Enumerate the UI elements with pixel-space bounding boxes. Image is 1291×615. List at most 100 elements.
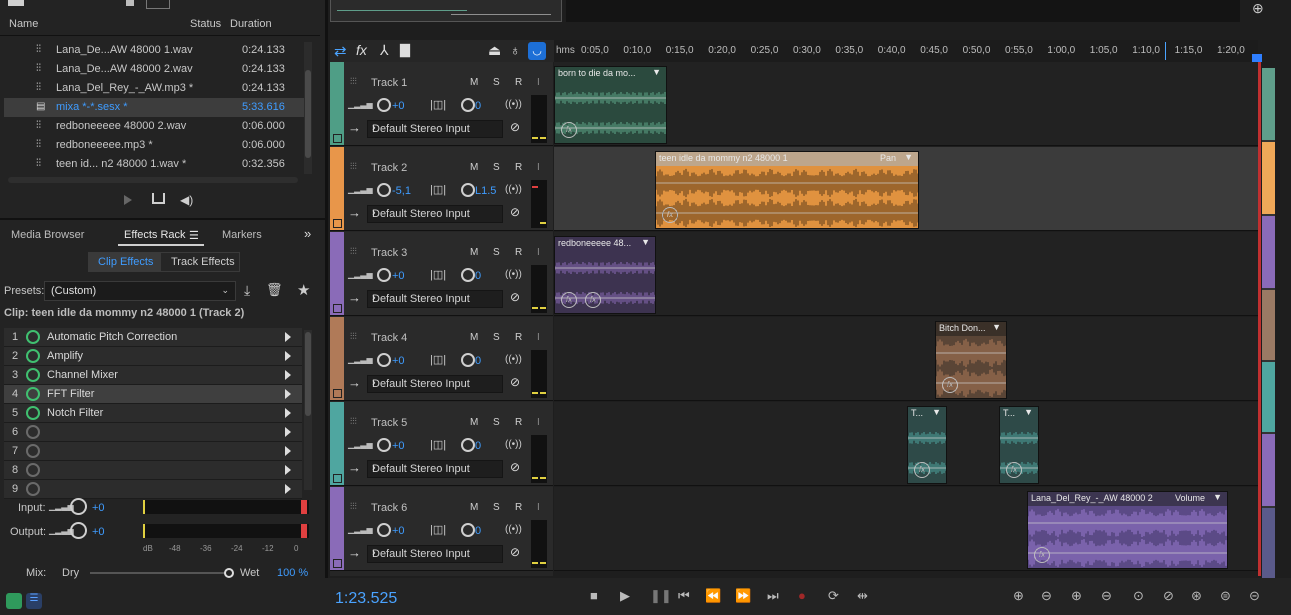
file-row[interactable]: ⫶⫶ Lana_Del_Rey_-_AW.mp3 * 0:24.133 [4, 79, 310, 98]
loop-icon[interactable]: ⟳ [828, 588, 839, 604]
session-overview[interactable] [330, 0, 562, 22]
file-row[interactable]: ⫶⫶ Lana_De...AW 48000 2.wav 0:24.133 [4, 60, 310, 79]
mute-button[interactable]: M [470, 417, 478, 428]
mute-button[interactable]: M [470, 162, 478, 173]
clip-header[interactable]: Lana_Del_Rey_-_AW 48000 2 Volume ▼ [1028, 492, 1227, 506]
file-row[interactable]: ▤ mixa *-*.sesx * 5:33.616 [4, 98, 310, 117]
track-name[interactable]: Track 1 [371, 77, 407, 89]
monitor-icon[interactable]: ♁ [510, 42, 521, 58]
track-header[interactable]: ⫶⫶⫶ Track 3 M S R I ▁▂▃▅ +0 |◫| 0 ((•)) … [330, 232, 553, 316]
zoom-full-icon[interactable]: ⊙ [1133, 588, 1144, 604]
output-value[interactable]: +0 [92, 526, 105, 538]
track-color-swatch[interactable] [333, 474, 342, 483]
clip-fx-icon[interactable]: fx [662, 207, 678, 223]
track-header[interactable]: ⫶⫶⫶ Track 1 M S R I ▁▂▃▅ +0 |◫| 0 ((•)) … [330, 62, 553, 146]
pan-value[interactable]: 0 [475, 355, 481, 367]
track-input-select[interactable]: Default Stereo Input › [367, 120, 503, 138]
record-arm-button[interactable]: R [515, 162, 522, 173]
phase-icon[interactable]: ((•)) [505, 439, 522, 450]
fast-forward-icon[interactable]: ⏩ [735, 588, 751, 604]
output-knob[interactable] [70, 522, 87, 539]
input-knob[interactable] [70, 498, 87, 515]
file-row[interactable]: ⫶⫶ redboneeeee 48000 2.wav 0:06.000 [4, 117, 310, 136]
clip-effects-tab[interactable]: Clip Effects [98, 256, 153, 268]
track-lane[interactable]: T... ▼ fx T... ▼ fx [554, 402, 1258, 486]
zoom-in-amplitude-icon[interactable]: ⊕ [1013, 588, 1024, 604]
volume-value[interactable]: +0 [392, 270, 405, 282]
monitor-input-button[interactable]: I [537, 247, 540, 258]
zoom-out-time-icon[interactable]: ⊖ [1101, 588, 1112, 604]
file-row[interactable]: ⫶⫶ teen id... n2 48000 1.wav * 0:32.356 [4, 155, 310, 174]
audio-clip[interactable]: teen idle da mommy n2 48000 1 Pan ▼ fx [655, 151, 919, 229]
volume-knob[interactable] [377, 353, 391, 367]
clip-menu-icon[interactable]: ▼ [932, 407, 941, 417]
pan-value[interactable]: 0 [475, 525, 481, 537]
zoom-out-point-icon[interactable]: ⊜ [1220, 588, 1231, 604]
invert-phase-icon[interactable]: ⊘ [510, 545, 520, 559]
stop-icon[interactable]: ■ [590, 588, 598, 603]
invert-phase-icon[interactable]: ⊘ [510, 375, 520, 389]
solo-button[interactable]: S [493, 502, 500, 513]
track-color-swatch[interactable] [333, 219, 342, 228]
clip-header[interactable]: teen idle da mommy n2 48000 1 Pan ▼ [656, 152, 918, 166]
phase-icon[interactable]: ((•)) [505, 524, 522, 535]
track-color-swatch[interactable] [333, 559, 342, 568]
effect-slot[interactable]: 7 [4, 442, 302, 461]
monitor-input-button[interactable]: I [537, 332, 540, 343]
clip-menu-icon[interactable]: ▼ [992, 322, 1001, 332]
slot-menu-arrow-icon[interactable] [285, 351, 291, 361]
tab-menu-icon[interactable]: ☰ [189, 229, 199, 242]
effect-slot[interactable]: 8 [4, 461, 302, 480]
skip-selection-icon[interactable]: ⇹ [857, 588, 868, 604]
slot-menu-arrow-icon[interactable] [285, 408, 291, 418]
effect-slot[interactable]: 1 Automatic Pitch Correction [4, 328, 302, 347]
track-color-swatch[interactable] [333, 134, 342, 143]
inputs-outputs-icon[interactable]: ⇄ [334, 42, 347, 60]
track-lane[interactable]: born to die da mo... ▼ fx [554, 62, 1258, 146]
pan-knob[interactable] [461, 183, 475, 197]
clip-fx-icon[interactable]: fx [585, 292, 601, 308]
panel-divider[interactable] [325, 0, 328, 615]
slot-menu-arrow-icon[interactable] [285, 370, 291, 380]
track-name[interactable]: Track 5 [371, 417, 407, 429]
time-ruler[interactable]: hms 0:05,0 0:10,0 0:15,0 0:20,0 0:25,0 0:30,0… [554, 40, 1258, 62]
zoom-navigator-icon[interactable]: ⊕ [1252, 0, 1274, 18]
volume-value[interactable]: +0 [392, 525, 405, 537]
record-arm-button[interactable]: R [515, 332, 522, 343]
invert-phase-icon[interactable]: ⊘ [510, 120, 520, 134]
solo-button[interactable]: S [493, 332, 500, 343]
clip-fx-icon[interactable]: fx [561, 122, 577, 138]
clip-fx-icon[interactable]: fx [561, 292, 577, 308]
effect-slot[interactable]: 9 [4, 480, 302, 499]
zoom-selection-icon[interactable]: ⊘ [1163, 588, 1174, 604]
files-hscroll[interactable] [8, 177, 298, 183]
clip-menu-icon[interactable]: ▼ [652, 67, 661, 77]
mute-button[interactable]: M [470, 332, 478, 343]
record-icon[interactable]: ● [798, 588, 806, 603]
invert-phase-icon[interactable]: ⊘ [510, 205, 520, 219]
input-value[interactable]: +0 [92, 502, 105, 514]
track-name[interactable]: Track 6 [371, 502, 407, 514]
audio-clip[interactable]: redboneeeee 48... ▼ fx fx [554, 236, 656, 314]
phase-icon[interactable]: ((•)) [505, 354, 522, 365]
clip-header[interactable]: T... ▼ [1000, 407, 1038, 421]
skip-back-icon[interactable]: ⏮ [678, 588, 690, 604]
tab-media-browser[interactable]: Media Browser [11, 229, 84, 241]
clip-header[interactable]: Bitch Don... ▼ [936, 322, 1006, 336]
slot-menu-arrow-icon[interactable] [285, 465, 291, 475]
monitor-input-button[interactable]: I [537, 162, 540, 173]
monitor-input-button[interactable]: I [537, 77, 540, 88]
clip-header[interactable]: redboneeeee 48... ▼ [555, 237, 655, 251]
zoom-in-point-icon[interactable]: ⊛ [1191, 588, 1202, 604]
tab-markers[interactable]: Markers [222, 229, 262, 241]
track-header[interactable]: ⫶⫶⫶ Track 4 M S R I ▁▂▃▅ +0 |◫| 0 ((•)) … [330, 317, 553, 401]
power-icon[interactable] [26, 368, 40, 382]
volume-knob[interactable] [377, 523, 391, 537]
track-color-swatch[interactable] [333, 389, 342, 398]
track-header[interactable]: ⫶⫶⫶ Track 2 M S R I ▁▂▃▅ -5,1 |◫| L1.5 (… [330, 147, 553, 231]
power-icon[interactable] [26, 425, 40, 439]
solo-button[interactable]: S [493, 77, 500, 88]
files-scrollbar[interactable] [304, 42, 312, 174]
overview-bar[interactable] [566, 0, 1240, 22]
power-icon[interactable] [26, 387, 40, 401]
